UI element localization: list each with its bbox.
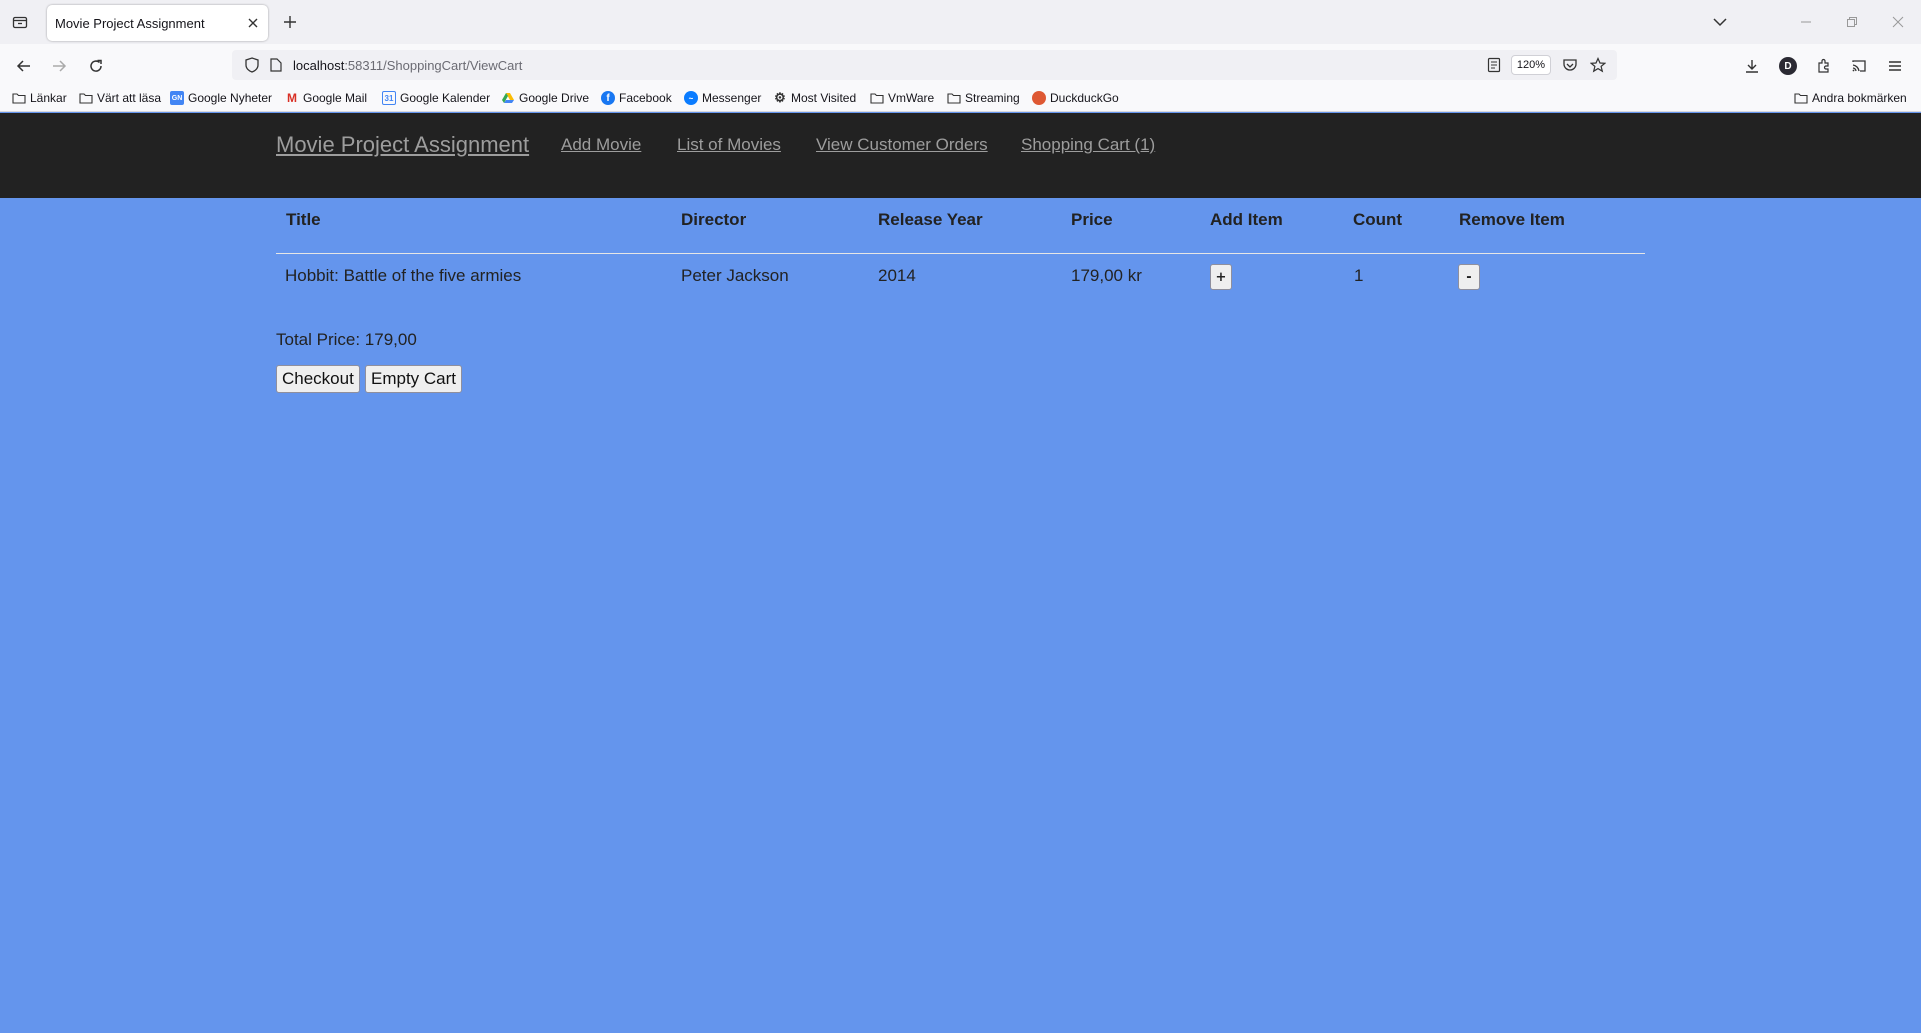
bookmark-lankar[interactable]: Länkar [12,91,67,105]
bookmark-label: Länkar [30,91,67,105]
bookmark-label: Google Drive [519,91,590,105]
header-divider [276,253,1645,254]
site-brand-link[interactable]: Movie Project Assignment [276,132,529,158]
header-count: Count [1353,210,1403,229]
bookmark-star-icon[interactable] [1588,55,1608,75]
messenger-icon: ~ [684,91,698,105]
cell-director: Peter Jackson [681,266,789,285]
bookmark-google-mail[interactable]: M Google Mail [285,91,367,105]
url-text[interactable]: localhost:58311/ShoppingCart/ViewCart [293,58,522,73]
list-all-tabs-icon[interactable] [1697,0,1743,44]
url-path: :58311/ShoppingCart/ViewCart [344,58,523,73]
bookmark-label: Google Nyheter [188,91,273,105]
bookmark-label: Värt att läsa [97,91,162,105]
bookmark-duckduckgo[interactable]: DuckduckGo [1032,91,1119,105]
bookmark-messenger[interactable]: ~ Messenger [684,91,761,105]
bookmark-label: Streaming [965,91,1020,105]
empty-cart-button[interactable]: Empty Cart [365,365,463,393]
bookmark-label: Messenger [702,91,762,105]
extensions-icon[interactable] [1811,53,1837,79]
google-calendar-icon: 31 [382,91,396,105]
cell-release-year: 2014 [878,266,916,285]
bookmark-label: DuckduckGo [1050,91,1119,105]
active-tab[interactable]: Movie Project Assignment [47,5,268,41]
header-price: Price [1071,210,1113,229]
folder-icon [870,91,884,105]
folder-icon [947,91,961,105]
bookmark-google-nyheter[interactable]: GN Google Nyheter [170,91,272,105]
account-avatar[interactable]: D [1775,53,1801,79]
gear-icon: ⚙ [774,90,786,105]
google-news-icon: GN [170,91,184,105]
bookmark-label: Most Visited [791,91,857,105]
tab-title: Movie Project Assignment [55,16,205,31]
bookmark-streaming[interactable]: Streaming [947,91,1020,105]
minimize-icon[interactable] [1783,0,1829,44]
nav-shopping-cart[interactable]: Shopping Cart (1) [1021,135,1155,155]
bookmark-vmware[interactable]: VmWare [870,91,934,105]
folder-icon [12,91,26,105]
restore-icon[interactable] [1829,0,1875,44]
browser-nav-bar: localhost:58311/ShoppingCart/ViewCart 12… [0,44,1921,86]
page-info-icon[interactable] [266,55,286,75]
app-menu-icon[interactable] [1882,53,1908,79]
duckduckgo-icon [1032,91,1046,105]
site-header: Movie Project Assignment Add Movie List … [0,113,1921,198]
bookmark-label: Google Mail [303,91,368,105]
bookmarks-toolbar: Länkar Värt att läsa GN Google Nyheter M… [0,86,1921,112]
folder-icon [79,91,93,105]
bookmark-vart-att-lasa[interactable]: Värt att läsa [79,91,161,105]
new-tab-icon[interactable] [278,10,302,34]
tracking-shield-icon[interactable] [242,55,262,75]
pocket-icon[interactable] [1560,55,1580,75]
cell-price: 179,00 kr [1071,266,1142,285]
total-price: Total Price: 179,00 [276,330,417,349]
bookmark-facebook[interactable]: f Facebook [601,91,672,105]
header-director: Director [681,210,747,229]
nav-list-of-movies[interactable]: List of Movies [677,135,781,155]
header-title: Title [286,210,321,229]
url-host: localhost [293,58,345,73]
window-controls [1697,0,1921,44]
nav-add-movie[interactable]: Add Movie [561,135,641,155]
remove-item-button[interactable]: - [1458,264,1480,290]
bookmark-google-kalender[interactable]: 31 Google Kalender [382,91,490,105]
add-item-button[interactable]: + [1210,264,1232,290]
bookmark-label: VmWare [888,91,935,105]
folder-icon [1794,91,1808,105]
nav-view-customer-orders[interactable]: View Customer Orders [816,135,988,155]
account-initial: D [1779,57,1797,75]
tab-list-icon[interactable] [8,10,32,34]
reader-view-icon[interactable] [1484,55,1504,75]
facebook-icon: f [601,91,615,105]
header-add-item: Add Item [1210,210,1283,229]
browser-tab-bar: Movie Project Assignment [0,0,1921,44]
google-drive-icon [501,91,515,105]
other-bookmarks[interactable]: Andra bokmärken [1794,91,1907,105]
reload-icon[interactable] [83,53,109,79]
zoom-level-badge[interactable]: 120% [1511,55,1551,75]
forward-icon[interactable] [46,53,72,79]
cell-title: Hobbit: Battle of the five armies [285,266,522,285]
bookmark-label: Facebook [619,91,672,105]
url-bar[interactable]: localhost:58311/ShoppingCart/ViewCart 12… [232,50,1617,80]
bookmark-label: Andra bokmärken [1812,91,1907,105]
checkout-button[interactable]: Checkout [276,365,360,393]
close-tab-icon[interactable] [244,14,262,32]
gmail-icon: M [287,91,297,105]
bookmark-label: Google Kalender [400,91,491,105]
downloads-icon[interactable] [1739,53,1765,79]
cast-icon[interactable] [1846,53,1872,79]
bookmark-most-visited[interactable]: ⚙ Most Visited [773,90,857,105]
back-icon[interactable] [11,53,37,79]
header-remove-item: Remove Item [1459,210,1565,229]
bookmark-google-drive[interactable]: Google Drive [501,91,589,105]
close-window-icon[interactable] [1875,0,1921,44]
header-release-year: Release Year [878,210,983,229]
cell-count: 1 [1354,266,1364,285]
